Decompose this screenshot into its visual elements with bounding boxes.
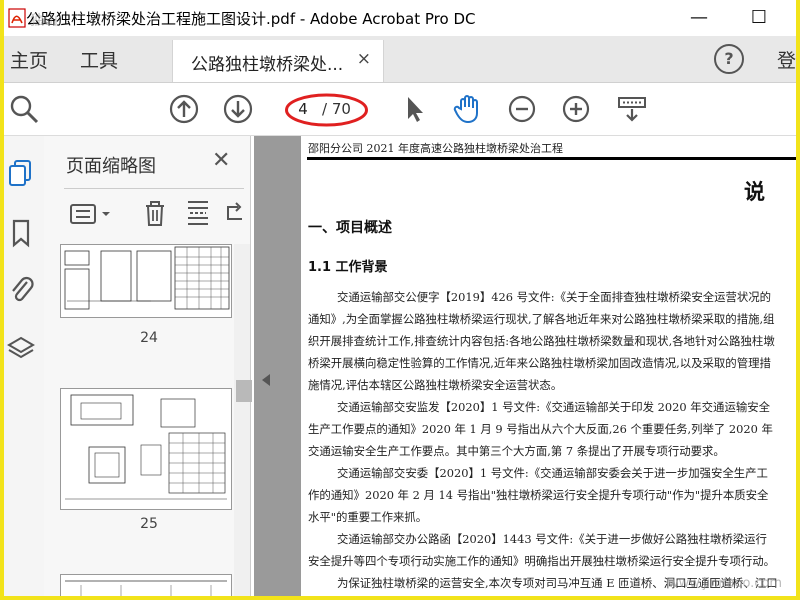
section-heading: 一、项目概述 bbox=[308, 220, 392, 236]
login-button[interactable]: 登 bbox=[777, 46, 796, 73]
help-button[interactable]: ? bbox=[714, 44, 744, 74]
watermark-bottom-right: www.jinnaoo.com bbox=[668, 576, 783, 591]
body-paragraph: 交通运输部交安委【2020】1 号文件:《交通运输部安委会关于进一步加强安全生产… bbox=[308, 466, 769, 524]
close-tab-button[interactable]: × bbox=[357, 49, 371, 69]
thumbnail-page-26[interactable] bbox=[60, 574, 232, 596]
acrobat-window: 公路独柱墩桥梁处治工程施工图设计.pdf - Adobe Acrobat Pro… bbox=[4, 0, 796, 596]
thumbnail-page-25[interactable] bbox=[60, 388, 232, 510]
acrobat-logo-icon bbox=[8, 8, 26, 28]
thumbnail-list: 24 25 bbox=[44, 244, 234, 596]
attachment-icon[interactable] bbox=[7, 274, 35, 304]
document-tab-label: 公路独柱墩桥梁处... bbox=[191, 55, 344, 75]
thumbnail-scrollbar-thumb[interactable] bbox=[236, 380, 252, 402]
title-bar: 公路独柱墩桥梁处治工程施工图设计.pdf - Adobe Acrobat Pro… bbox=[4, 0, 796, 36]
current-page-input[interactable]: 4 bbox=[290, 100, 316, 120]
tab-home[interactable]: 主页 bbox=[10, 46, 48, 73]
minimize-button[interactable]: — bbox=[684, 4, 714, 30]
page-thumbnails-panel: 页面缩略图 ✕ 24 25 bbox=[44, 136, 252, 596]
thumbnail-label: 25 bbox=[140, 516, 158, 532]
thumbnail-label: 24 bbox=[140, 330, 158, 346]
tab-bar: 主页 工具 公路独柱墩桥梁处... × ? 登 bbox=[4, 36, 796, 83]
thumbnail-options-icon[interactable] bbox=[70, 203, 118, 225]
maximize-button[interactable]: ☐ bbox=[744, 4, 774, 30]
zoom-out-icon[interactable] bbox=[506, 93, 538, 125]
body-paragraph: 交通运输部交公便字【2019】426 号文件:《关于全面排查独柱墩桥梁安全运营状… bbox=[308, 290, 775, 392]
layers-icon[interactable] bbox=[7, 334, 35, 364]
left-nav-rail bbox=[4, 136, 45, 596]
select-cursor-icon[interactable] bbox=[398, 93, 430, 125]
tab-document[interactable]: 公路独柱墩桥梁处... × bbox=[172, 40, 384, 82]
rotate-page-icon[interactable] bbox=[224, 199, 246, 227]
body-paragraph: 交通运输部交安监发【2020】1 号文件:《交通运输部关于印发 2020 年交通… bbox=[308, 400, 773, 458]
thumbnail-scrollbar[interactable] bbox=[234, 244, 250, 596]
next-page-icon[interactable] bbox=[222, 93, 254, 125]
panel-toolbar bbox=[64, 188, 244, 229]
watermark-top-left: 独山 bbox=[30, 13, 58, 29]
tab-tools[interactable]: 工具 bbox=[80, 46, 118, 73]
subsection-heading: 1.1 工作背景 bbox=[308, 260, 388, 275]
search-icon[interactable] bbox=[8, 93, 40, 125]
delete-page-icon[interactable] bbox=[142, 199, 168, 227]
toolbar bbox=[4, 83, 796, 136]
drawing-preview-25 bbox=[65, 394, 227, 500]
previous-page-icon[interactable] bbox=[168, 93, 200, 125]
total-pages-label: / 70 bbox=[322, 100, 351, 118]
drawing-preview-24 bbox=[64, 246, 230, 310]
scroll-mode-icon[interactable] bbox=[616, 93, 648, 125]
document-running-header: 邵阳分公司 2021 年度高速公路独柱墩桥梁处治工程 bbox=[308, 142, 563, 155]
window-title: 公路独柱墩桥梁处治工程施工图设计.pdf - Adobe Acrobat Pro… bbox=[26, 10, 476, 28]
zoom-in-icon[interactable] bbox=[560, 93, 592, 125]
drawing-preview-26 bbox=[65, 580, 227, 596]
hand-tool-icon[interactable] bbox=[452, 93, 484, 125]
thumbnail-page-24[interactable] bbox=[60, 244, 232, 318]
body-paragraph: 交通运输部交办公路函【2020】1443 号文件:《关于进一步做好公路独柱墩桥梁… bbox=[308, 532, 776, 568]
pages-icon[interactable] bbox=[7, 158, 35, 188]
document-heading: 说 明 bbox=[744, 179, 796, 204]
extract-pages-icon[interactable] bbox=[184, 199, 212, 227]
close-panel-button[interactable]: ✕ bbox=[212, 148, 230, 173]
panel-title: 页面缩略图 bbox=[66, 156, 156, 177]
collapse-panel-arrow-icon[interactable] bbox=[262, 374, 270, 386]
header-rule bbox=[307, 157, 796, 160]
bookmark-icon[interactable] bbox=[7, 218, 35, 248]
